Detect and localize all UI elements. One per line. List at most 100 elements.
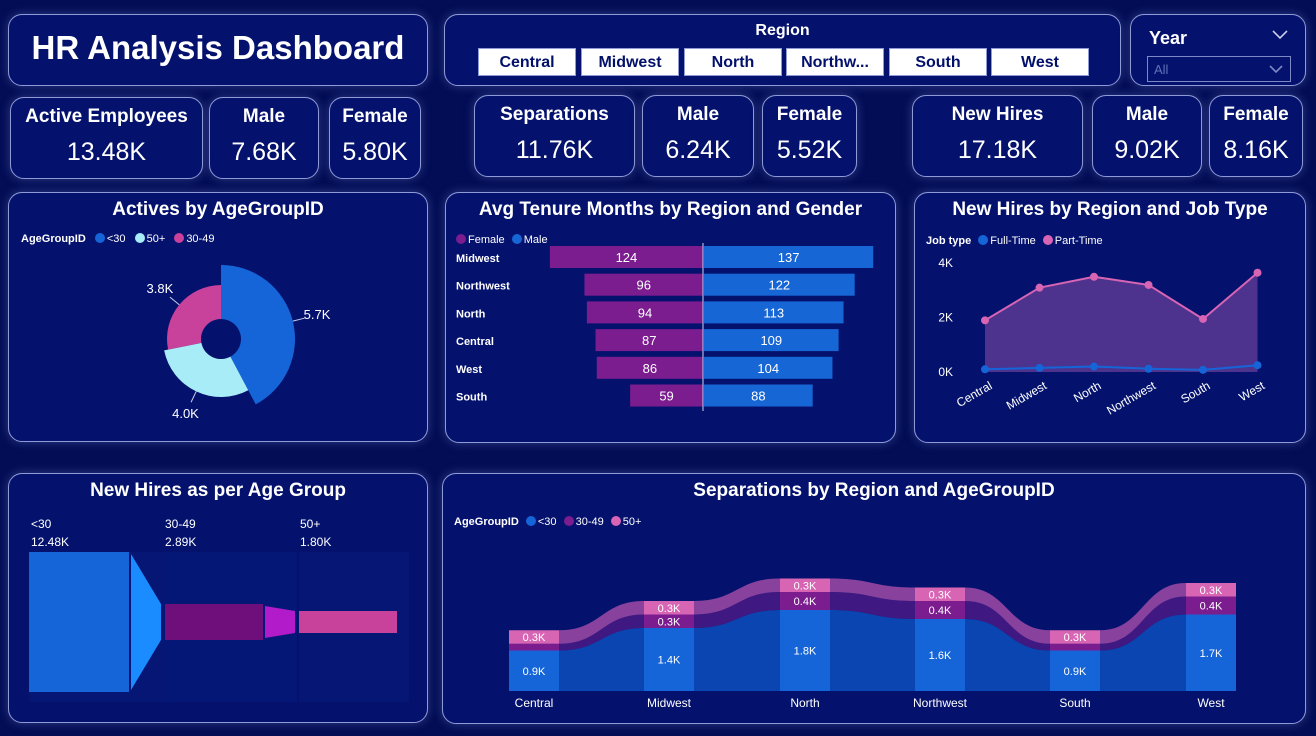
group-label: <30: [31, 517, 52, 531]
ribbon-band: [830, 610, 915, 691]
kpi-value: 17.18K: [957, 136, 1038, 164]
part-time-area: [985, 272, 1258, 372]
data-label: 0.3K: [523, 632, 546, 644]
region-option-north[interactable]: North: [684, 48, 782, 76]
legend-item: Full-Time: [990, 235, 1036, 247]
data-label: 4.0K: [172, 406, 199, 421]
funnel-bar: [29, 552, 129, 692]
kpi-active-female: Female 5.80K: [329, 97, 421, 179]
title-card: HR Analysis Dashboard: [8, 14, 428, 86]
data-label: 1.6K: [929, 650, 952, 662]
age-group-funnel-chart[interactable]: <30 12.48K 30-49 2.89K 50+ 1.80K: [9, 512, 427, 722]
kpi-label: Female: [776, 104, 843, 125]
kpi-label: Male: [676, 104, 720, 125]
x-tick-label: Midwest: [1004, 378, 1050, 412]
legend-item: <30: [537, 516, 557, 528]
kpi-separations-male: Male 6.24K: [642, 95, 754, 177]
kpi-active-male: Male 7.68K: [209, 97, 319, 179]
x-tick-label: South: [1059, 696, 1090, 710]
kpi-value: 5.80K: [342, 138, 408, 166]
kpi-label: Active Employees: [25, 106, 188, 127]
full-time-point: [1199, 365, 1207, 374]
region-option-west[interactable]: West: [991, 48, 1089, 76]
x-tick-label: Central: [515, 696, 554, 710]
region-option-central[interactable]: Central: [478, 48, 576, 76]
data-label: 109: [760, 333, 782, 348]
leader-line: [169, 296, 180, 306]
group-value: 12.48K: [31, 535, 69, 549]
region-slicer: Region Central Midwest North Northw... S…: [444, 14, 1121, 86]
year-dropdown[interactable]: All: [1147, 56, 1291, 82]
group-value: 2.89K: [165, 535, 196, 549]
chart-title: New Hires by Region and Job Type: [952, 199, 1268, 220]
year-slicer: Year All: [1130, 14, 1306, 86]
category-label: Midwest: [456, 253, 500, 265]
kpi-active-employees: Active Employees 13.48K: [10, 97, 203, 179]
data-label: 1.8K: [794, 646, 817, 658]
tenure-chart-card: Avg Tenure Months by Region and Gender F…: [445, 192, 896, 443]
data-label: 1.4K: [658, 655, 681, 667]
legend-dot: [610, 516, 621, 526]
x-tick-label: South: [1178, 378, 1212, 406]
funnel-connector: [265, 606, 295, 638]
data-label: 86: [643, 361, 657, 376]
funnel-bar: [165, 604, 263, 640]
data-label: 59: [659, 389, 673, 404]
data-label: 0.3K: [1200, 585, 1223, 597]
full-time-point: [1144, 364, 1153, 373]
chart-title: Actives by AgeGroupID: [112, 199, 324, 220]
separations-chart-card: Separations by Region and AgeGroupID Age…: [442, 473, 1306, 724]
data-label: 5.7K: [304, 307, 331, 322]
kpi-value: 6.24K: [665, 136, 731, 164]
kpi-value: 13.48K: [66, 138, 147, 166]
region-slicer-label: Region: [755, 22, 810, 39]
kpi-new-hires: New Hires 17.18K: [912, 95, 1083, 177]
chevron-down-icon[interactable]: [1272, 30, 1288, 40]
category-label: North: [456, 308, 486, 320]
legend-dot: [563, 516, 574, 526]
leader-line: [190, 391, 197, 403]
separations-ribbon-chart[interactable]: 0.9K0.3KCentral1.4K0.3K0.3KMidwest1.8K0.…: [443, 532, 1305, 722]
group-value: 1.80K: [300, 535, 331, 549]
data-label: 87: [642, 333, 656, 348]
kpi-value: 11.76K: [515, 136, 594, 164]
kpi-label: Female: [342, 106, 408, 127]
part-time-point: [1090, 272, 1098, 281]
data-label: 122: [768, 278, 790, 293]
legend-item: 50+: [622, 516, 642, 528]
chart-legend: Job type Full-Time Part-Time: [926, 235, 1103, 247]
legend-item: 30-49: [575, 516, 604, 528]
tenure-bar-chart[interactable]: Midwest 124 137 Northwest 96 122 North 94 113 Cen…: [446, 243, 895, 443]
category-label: West: [456, 364, 482, 376]
data-label: 94: [638, 305, 652, 320]
data-label: 88: [751, 389, 765, 404]
data-label: 0.3K: [794, 580, 817, 592]
data-label: 0.3K: [1064, 632, 1087, 644]
x-tick-label: Northwest: [1104, 378, 1158, 417]
x-tick-label: Central: [954, 378, 995, 409]
region-option-south[interactable]: South: [889, 48, 987, 76]
kpi-value: 5.52K: [776, 136, 843, 164]
y-tick-label: 0K: [938, 365, 953, 379]
kpi-label: Male: [1125, 104, 1169, 125]
chart-legend: AgeGroupID <30 30-49 50+: [454, 516, 641, 528]
x-tick-label: West: [1237, 378, 1268, 404]
data-label: 96: [636, 278, 650, 293]
actives-donut-chart[interactable]: 5.7K 4.0K 3.8K: [9, 241, 427, 441]
legend-dot: [525, 516, 536, 526]
kpi-separations: Separations 11.76K: [474, 95, 635, 177]
jobtype-chart-card: New Hires by Region and Job Type Job typ…: [914, 192, 1306, 443]
donut-slice: [164, 342, 249, 397]
funnel-bar: [299, 611, 397, 633]
data-label: 0.4K: [929, 605, 952, 617]
group-label: 30-49: [165, 517, 196, 531]
region-option-northwest[interactable]: Northw...: [786, 48, 884, 76]
region-option-midwest[interactable]: Midwest: [581, 48, 679, 76]
category-label: Northwest: [456, 281, 510, 293]
legend-dot: [1042, 235, 1053, 245]
donut-slice: [167, 285, 221, 350]
full-time-point: [1090, 362, 1098, 371]
jobtype-area-chart[interactable]: 4K 2K 0KCentral Midwest North Northwest South W…: [915, 251, 1305, 441]
data-label: 0.9K: [1064, 666, 1087, 678]
chart-title: Separations by Region and AgeGroupID: [693, 480, 1055, 501]
